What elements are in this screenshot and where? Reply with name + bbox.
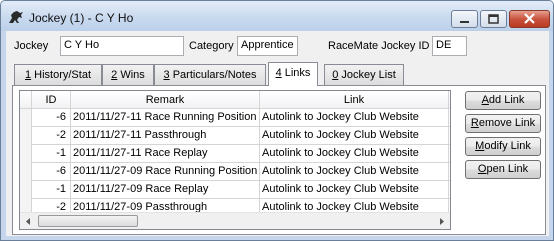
remove-link-key: R bbox=[470, 117, 479, 129]
modify-link-label: odify Link bbox=[484, 140, 531, 152]
minimize-icon bbox=[460, 21, 469, 23]
jockey-field[interactable]: C Y Ho bbox=[60, 36, 184, 56]
horizontal-scrollbar[interactable] bbox=[20, 212, 450, 229]
jockey-window: Jockey (1) - C Y Ho Jockey C Y Ho Catego… bbox=[0, 0, 554, 241]
cell-remark: 2011/11/27-11 Race Running Position R bbox=[71, 109, 260, 127]
title-bar[interactable]: Jockey (1) - C Y Ho bbox=[1, 1, 553, 31]
cell-id: -1 bbox=[32, 145, 71, 163]
horse-icon bbox=[9, 11, 23, 23]
row-selector[interactable] bbox=[20, 145, 32, 163]
remove-link-label: emove Link bbox=[478, 117, 536, 129]
tab-wins-label: Wins bbox=[120, 69, 145, 81]
tab-particulars-notes-key: 3 bbox=[163, 69, 170, 81]
tab-jockey-list-key: 0 bbox=[332, 69, 339, 81]
tab-jockey-list-label: Jockey List bbox=[341, 69, 396, 81]
column-header-link[interactable]: Link bbox=[260, 91, 449, 109]
row-selector[interactable] bbox=[20, 127, 32, 145]
tab-links-key: 4 bbox=[275, 67, 282, 79]
links-grid[interactable]: ID Remark Link -6 2011/11/27-11 Race Run… bbox=[19, 90, 451, 230]
tab-history-stat[interactable]: 1 History/Stat bbox=[14, 64, 102, 85]
maximize-icon bbox=[488, 14, 499, 24]
row-selector[interactable] bbox=[20, 181, 32, 199]
modify-link-button[interactable]: Modify Link bbox=[465, 137, 541, 156]
cell-remark: 2011/11/27-09 Race Replay bbox=[71, 181, 260, 199]
cell-link: Autolink to Jockey Club Website bbox=[260, 145, 449, 163]
client-area: Jockey C Y Ho Category Apprentice RaceMa… bbox=[6, 31, 549, 236]
cell-link: Autolink to Jockey Club Website bbox=[260, 109, 449, 127]
cell-remark: 2011/11/27-11 Race Replay bbox=[71, 145, 260, 163]
column-header-id[interactable]: ID bbox=[32, 91, 71, 109]
cell-remark: 2011/11/27-11 Passthrough bbox=[71, 127, 260, 145]
category-field[interactable]: Apprentice bbox=[237, 36, 298, 56]
grid-header: ID Remark Link bbox=[20, 91, 450, 109]
add-link-key: A bbox=[481, 94, 489, 106]
table-row[interactable]: -2 2011/11/27-11 Passthrough Autolink to… bbox=[20, 127, 450, 145]
tab-history-stat-label: History/Stat bbox=[34, 69, 92, 81]
scroll-left-arrow-icon[interactable] bbox=[20, 213, 37, 230]
vertical-scrollbar[interactable] bbox=[450, 91, 451, 212]
scroll-right-arrow-icon[interactable] bbox=[433, 213, 450, 230]
cell-id: -6 bbox=[32, 109, 71, 127]
open-link-button[interactable]: Open Link bbox=[465, 160, 541, 179]
cell-link: Autolink to Jockey Club Website bbox=[260, 181, 449, 199]
minimize-button[interactable] bbox=[451, 10, 478, 28]
scrollbar-corner bbox=[450, 212, 451, 229]
tab-history-stat-key: 1 bbox=[24, 69, 32, 81]
horizontal-scroll-thumb[interactable] bbox=[38, 215, 138, 227]
cell-id: -1 bbox=[32, 181, 71, 199]
table-row[interactable]: -6 2011/11/27-09 Race Running Position R… bbox=[20, 163, 450, 181]
cell-id: -2 bbox=[32, 127, 71, 145]
tab-particulars-notes[interactable]: 3 Particulars/Notes bbox=[154, 64, 266, 85]
open-link-label: pen Link bbox=[486, 163, 529, 175]
table-row[interactable]: -1 2011/11/27-11 Race Replay Autolink to… bbox=[20, 145, 450, 163]
tab-wins-key: 2 bbox=[111, 69, 118, 81]
category-label: Category bbox=[189, 40, 234, 52]
row-selector-header bbox=[20, 91, 32, 109]
racemate-jockey-id-label: RaceMate Jockey ID bbox=[328, 40, 430, 52]
modify-link-key: M bbox=[475, 140, 485, 152]
remove-link-button[interactable]: Remove Link bbox=[465, 114, 541, 133]
tab-particulars-notes-label: Particulars/Notes bbox=[172, 69, 257, 81]
table-row[interactable]: -6 2011/11/27-11 Race Running Position R… bbox=[20, 109, 450, 127]
row-selector[interactable] bbox=[20, 109, 32, 127]
maximize-button[interactable] bbox=[480, 10, 507, 28]
close-button[interactable] bbox=[509, 10, 550, 28]
racemate-jockey-id-field[interactable]: DE bbox=[432, 36, 467, 56]
tab-wins[interactable]: 2 Wins bbox=[102, 64, 154, 85]
cell-id: -6 bbox=[32, 163, 71, 181]
tab-links-label: Links bbox=[284, 67, 311, 79]
tab-links[interactable]: 4 Links bbox=[268, 62, 318, 86]
close-icon bbox=[524, 13, 535, 24]
table-row[interactable]: -1 2011/11/27-09 Race Replay Autolink to… bbox=[20, 181, 450, 199]
row-selector[interactable] bbox=[20, 163, 32, 181]
jockey-label: Jockey bbox=[14, 40, 49, 52]
cell-link: Autolink to Jockey Club Website bbox=[260, 163, 449, 181]
links-tab-panel: ID Remark Link -6 2011/11/27-11 Race Run… bbox=[12, 85, 546, 235]
add-link-button[interactable]: Add Link bbox=[465, 91, 541, 110]
tab-jockey-list[interactable]: 0 Jockey List bbox=[324, 64, 404, 85]
add-link-label: dd Link bbox=[488, 94, 525, 106]
window-title: Jockey (1) - C Y Ho bbox=[29, 11, 134, 25]
cell-link: Autolink to Jockey Club Website bbox=[260, 127, 449, 145]
cell-remark: 2011/11/27-09 Race Running Position R bbox=[71, 163, 260, 181]
column-header-remark[interactable]: Remark bbox=[71, 91, 260, 109]
